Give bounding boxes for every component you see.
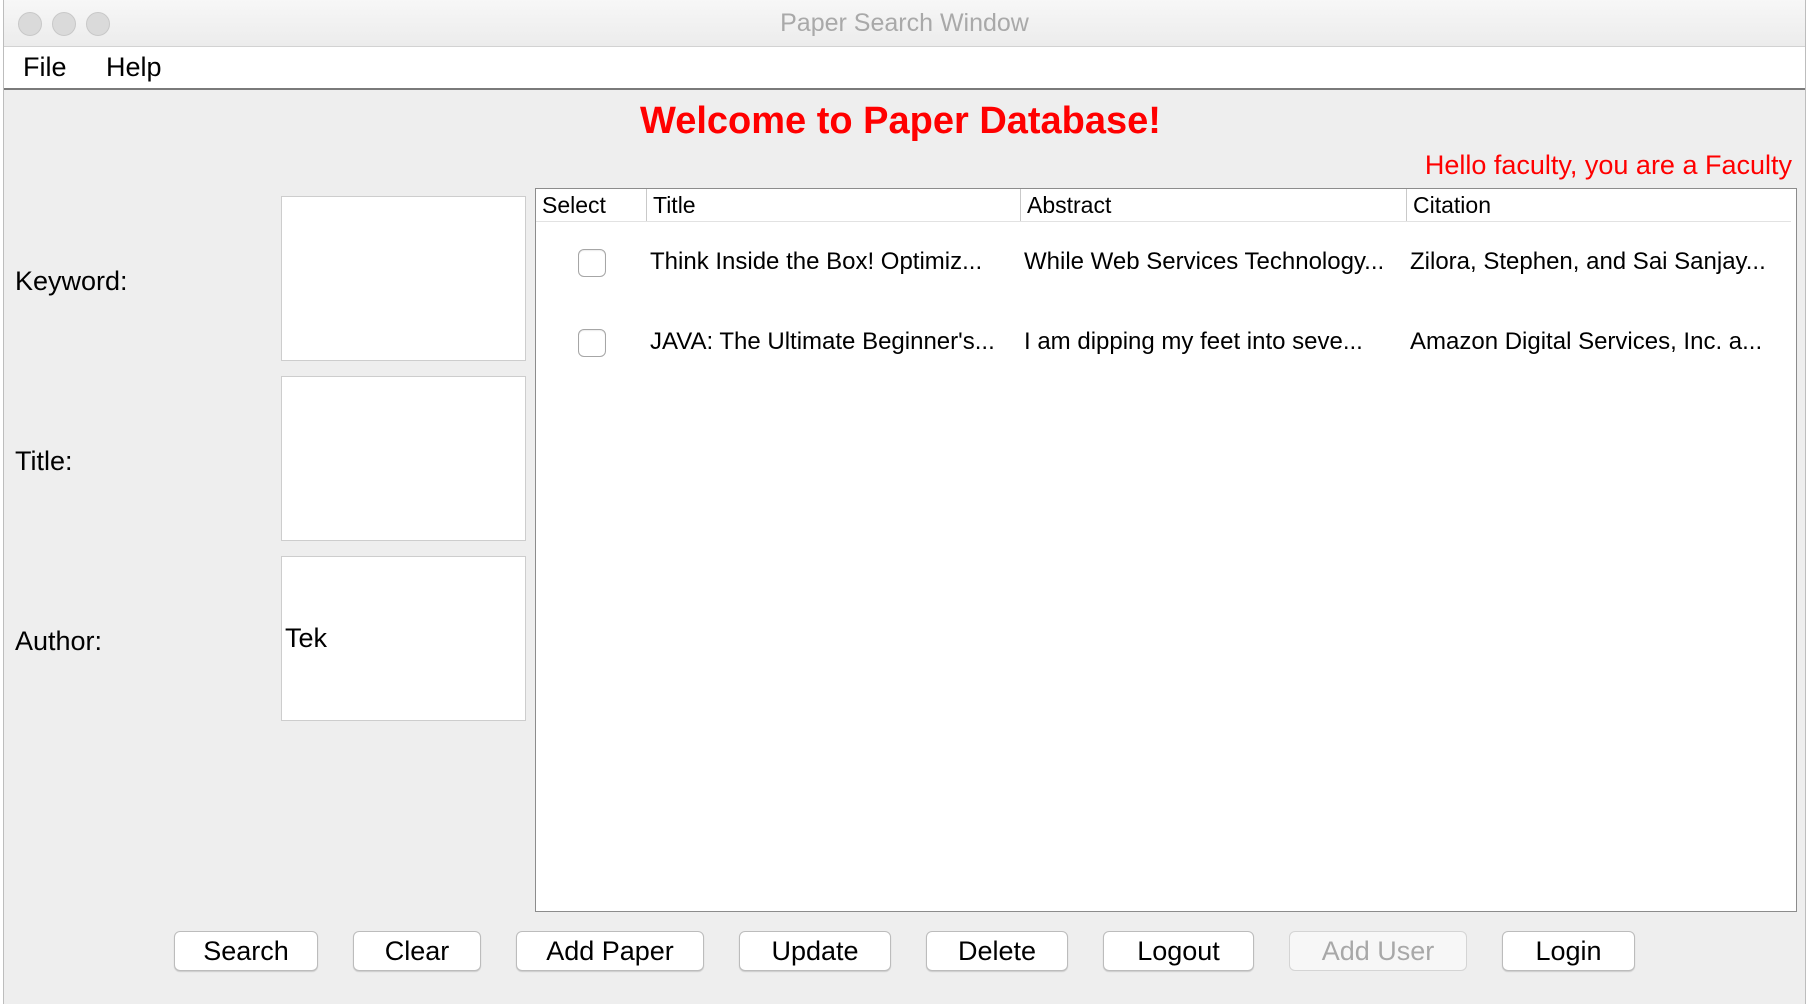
select-cell	[536, 302, 646, 382]
menu-help[interactable]: Help	[106, 52, 162, 83]
row-select-checkbox[interactable]	[578, 329, 606, 357]
results-table: Select Title Abstract Citation Think Ins…	[535, 188, 1797, 912]
login-button[interactable]: Login	[1502, 931, 1635, 971]
menu-file[interactable]: File	[23, 52, 67, 83]
abstract-cell: While Web Services Technology...	[1024, 248, 1385, 275]
column-header-title[interactable]: Title	[646, 189, 1020, 221]
keyword-input[interactable]	[281, 196, 526, 361]
window-title: Paper Search Window	[780, 9, 1029, 37]
table-header: Select Title Abstract Citation	[536, 189, 1791, 222]
title-cell: JAVA: The Ultimate Beginner's...	[650, 328, 995, 355]
author-label: Author:	[15, 626, 103, 656]
page-title: Welcome to Paper Database!	[640, 100, 1161, 142]
abstract-cell: I am dipping my feet into seve...	[1024, 328, 1363, 355]
logout-button[interactable]: Logout	[1103, 931, 1254, 971]
row-select-checkbox[interactable]	[578, 249, 606, 277]
update-button[interactable]: Update	[739, 931, 891, 971]
clear-button[interactable]: Clear	[353, 931, 481, 971]
title-label: Title:	[15, 446, 73, 476]
menu-bar: File Help	[4, 47, 1805, 90]
title-cell: Think Inside the Box! Optimiz...	[650, 248, 983, 275]
title-input[interactable]	[281, 376, 526, 541]
citation-cell: Zilora, Stephen, and Sai Sanjay...	[1410, 248, 1766, 275]
select-cell	[536, 222, 646, 302]
citation-cell: Amazon Digital Services, Inc. a...	[1410, 328, 1763, 355]
paper-search-window: Paper Search Window File Help Welcome to…	[3, 0, 1806, 1004]
delete-button[interactable]: Delete	[926, 931, 1068, 971]
author-input[interactable]: Tek	[281, 556, 526, 721]
search-button[interactable]: Search	[174, 931, 318, 971]
keyword-label: Keyword:	[15, 266, 128, 296]
user-greeting: Hello faculty, you are a Faculty	[1424, 150, 1792, 180]
column-header-select[interactable]: Select	[536, 189, 646, 221]
column-header-abstract[interactable]: Abstract	[1020, 189, 1406, 221]
table-row[interactable]: JAVA: The Ultimate Beginner's... I am di…	[536, 302, 1791, 382]
add-paper-button[interactable]: Add Paper	[516, 931, 704, 971]
add-user-button: Add User	[1289, 931, 1467, 971]
title-bar: Paper Search Window	[4, 0, 1805, 47]
table-row[interactable]: Think Inside the Box! Optimiz... While W…	[536, 222, 1791, 302]
column-header-citation[interactable]: Citation	[1406, 189, 1791, 221]
